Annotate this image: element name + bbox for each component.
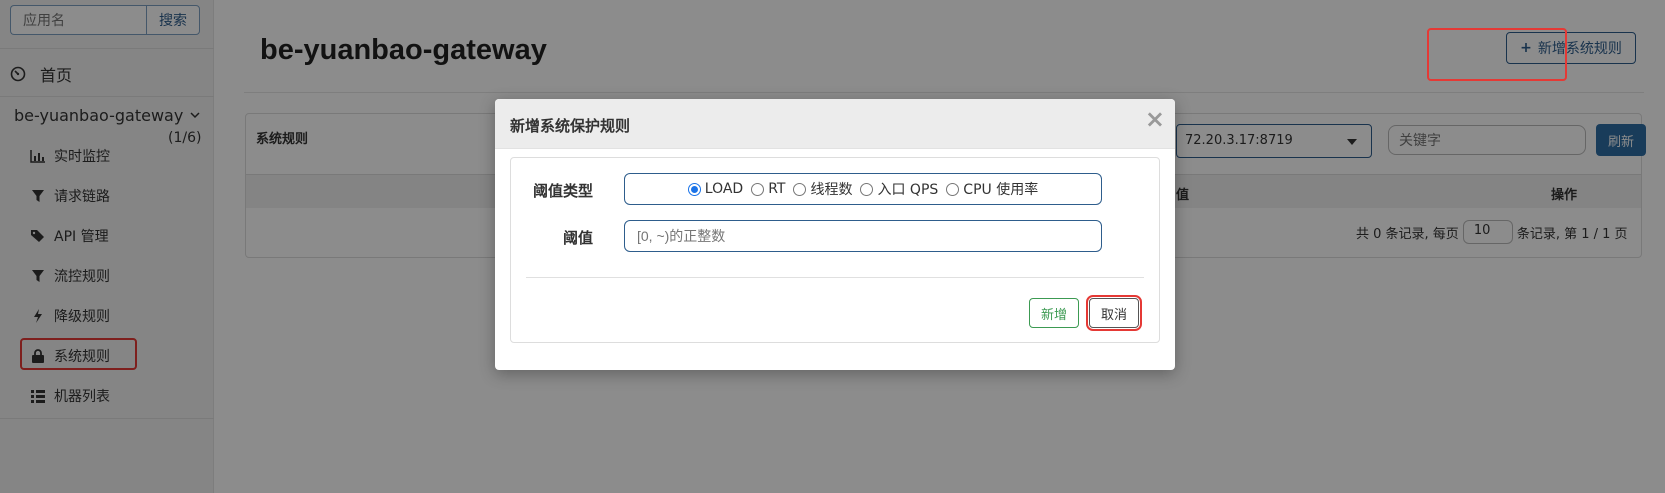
radio-load[interactable]: LOAD	[687, 181, 744, 197]
radio-unchecked-icon	[860, 182, 874, 196]
threshold-value-input[interactable]	[624, 220, 1102, 252]
threshold-type-radio-group: LOAD RT 线程数 入口 QPS CPU 使用率	[624, 173, 1102, 205]
add-button-highlight	[1427, 28, 1567, 81]
threshold-type-label: 阈值类型	[533, 182, 594, 200]
radio-label: 入口 QPS	[877, 182, 939, 198]
radio-label: 线程数	[810, 182, 853, 198]
dialog-title: 新增系统保护规则	[510, 117, 631, 135]
add-button[interactable]: 新增	[1029, 298, 1079, 328]
radio-rt[interactable]: RT	[751, 181, 785, 197]
radio-unchecked-icon	[946, 182, 960, 196]
radio-label: RT	[768, 181, 786, 197]
radio-label: CPU 使用率	[963, 182, 1039, 198]
cancel-button[interactable]: 取消	[1086, 295, 1142, 331]
form-divider	[526, 277, 1144, 278]
radio-label: LOAD	[704, 181, 744, 197]
radio-unchecked-icon	[751, 182, 765, 196]
dialog-header: 新增系统保护规则 ×	[495, 99, 1175, 149]
threshold-value-label: 阈值	[563, 229, 594, 247]
radio-entry-qps[interactable]: 入口 QPS	[860, 179, 938, 199]
close-icon[interactable]: ×	[1145, 105, 1165, 133]
radio-checked-icon	[687, 182, 701, 196]
dialog-form: 阈值类型 LOAD RT 线程数 入口 QPS CPU 使用率 阈值 新增 取消	[510, 157, 1160, 343]
radio-thread-count[interactable]: 线程数	[793, 179, 852, 199]
add-system-rule-dialog: 新增系统保护规则 × 阈值类型 LOAD RT 线程数 入口 QPS CPU 使…	[495, 99, 1175, 370]
radio-unchecked-icon	[793, 182, 807, 196]
radio-cpu-usage[interactable]: CPU 使用率	[946, 179, 1038, 199]
